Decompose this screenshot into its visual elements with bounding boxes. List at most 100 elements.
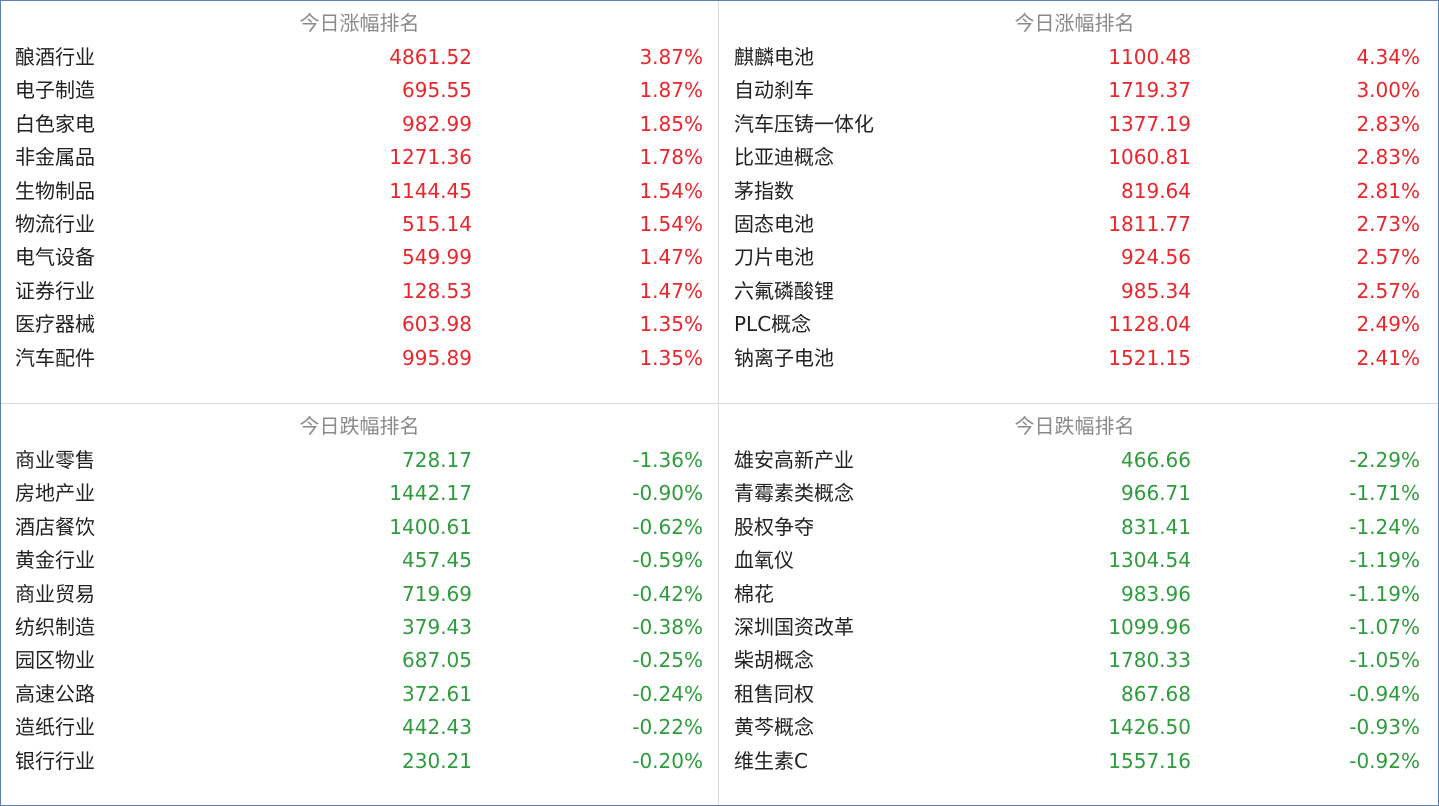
index-value: 1377.19: [1108, 111, 1191, 136]
sector-name: 租售同权: [734, 681, 814, 706]
index-value: 995.89: [402, 345, 472, 370]
ranking-row[interactable]: 青霉素类概念 966.71 -1.71%: [719, 477, 1436, 510]
ranking-row[interactable]: 电气设备 549.99 1.47%: [1, 241, 718, 274]
change-percent: -0.25%: [632, 648, 703, 673]
change-percent: -2.29%: [1349, 448, 1420, 472]
change-percent: -0.24%: [632, 681, 703, 706]
ranking-row[interactable]: 钠离子电池 1521.15 2.41%: [719, 342, 1436, 375]
change-percent: 1.54%: [639, 178, 703, 203]
change-percent: -1.07%: [1349, 614, 1420, 639]
index-value: 4861.52: [389, 45, 472, 69]
sector-name: 血氧仪: [734, 548, 794, 573]
ranking-row[interactable]: 自动刹车 1719.37 3.00%: [719, 74, 1436, 107]
ranking-row[interactable]: 柴胡概念 1780.33 -1.05%: [719, 644, 1436, 677]
ranking-row[interactable]: 纺织制造 379.43 -0.38%: [1, 611, 718, 644]
ranking-row[interactable]: 棉花 983.96 -1.19%: [719, 578, 1436, 611]
ranking-row[interactable]: 比亚迪概念 1060.81 2.83%: [719, 141, 1436, 174]
index-value: 719.69: [402, 581, 472, 606]
sector-name: 钠离子电池: [734, 345, 834, 370]
change-percent: 1.35%: [639, 312, 703, 337]
ranking-row[interactable]: 维生素C 1557.16 -0.92%: [719, 745, 1436, 778]
sector-name: 维生素C: [734, 748, 808, 773]
ranking-row[interactable]: 房地产业 1442.17 -0.90%: [1, 477, 718, 510]
concept-losers-panel: 今日跌幅排名 雄安高新产业 466.66 -2.29% 青霉素类概念 966.71 -1.…: [719, 404, 1436, 806]
ranking-row[interactable]: 黄金行业 457.45 -0.59%: [1, 544, 718, 577]
ranking-row[interactable]: 深圳国资改革 1099.96 -1.07%: [719, 611, 1436, 644]
index-value: 1304.54: [1108, 548, 1191, 573]
sector-name: 六氟磷酸锂: [734, 278, 834, 303]
index-value: 1811.77: [1108, 211, 1191, 236]
ranking-row[interactable]: 商业贸易 719.69 -0.42%: [1, 578, 718, 611]
ranking-row[interactable]: 生物制品 1144.45 1.54%: [1, 175, 718, 208]
ranking-row[interactable]: 刀片电池 924.56 2.57%: [719, 241, 1436, 274]
ranking-row[interactable]: 高速公路 372.61 -0.24%: [1, 678, 718, 711]
panel-title: 今日跌幅排名: [1014, 414, 1135, 438]
change-percent: -0.94%: [1349, 681, 1420, 706]
sector-name: 非金属品: [15, 145, 95, 170]
ranking-row[interactable]: 物流行业 515.14 1.54%: [1, 208, 718, 241]
ranking-row[interactable]: PLC概念 1128.04 2.49%: [719, 308, 1436, 341]
ranking-row[interactable]: 非金属品 1271.36 1.78%: [1, 141, 718, 174]
ranking-row[interactable]: 六氟磷酸锂 985.34 2.57%: [719, 275, 1436, 308]
change-percent: 1.85%: [639, 111, 703, 136]
index-value: 603.98: [402, 312, 472, 337]
index-value: 372.61: [402, 681, 472, 706]
ranking-row[interactable]: 血氧仪 1304.54 -1.19%: [719, 544, 1436, 577]
ranking-row[interactable]: 茅指数 819.64 2.81%: [719, 175, 1436, 208]
change-percent: -0.62%: [632, 514, 703, 539]
change-percent: -1.05%: [1349, 648, 1420, 673]
ranking-row[interactable]: 商业零售 728.17 -1.36%: [1, 444, 718, 477]
industry-losers-panel: 今日跌幅排名 商业零售 728.17 -1.36% 房地产业 1442.17 -0.90%…: [1, 404, 718, 806]
sector-name: 汽车压铸一体化: [734, 111, 874, 136]
ranking-list: 酿酒行业 4861.52 3.87% 电子制造 695.55 1.87% 白色家电 982.9…: [1, 41, 718, 375]
change-percent: 2.73%: [1356, 211, 1420, 236]
ranking-row[interactable]: 电子制造 695.55 1.87%: [1, 74, 718, 107]
index-value: 982.99: [402, 111, 472, 136]
change-percent: -1.36%: [632, 448, 703, 472]
ranking-list: 商业零售 728.17 -1.36% 房地产业 1442.17 -0.90% 酒店餐饮 140…: [1, 444, 718, 778]
index-value: 515.14: [402, 211, 472, 236]
change-percent: -1.19%: [1349, 548, 1420, 573]
index-value: 128.53: [402, 278, 472, 303]
ranking-row[interactable]: 酿酒行业 4861.52 3.87%: [1, 41, 718, 74]
index-value: 966.71: [1121, 481, 1191, 506]
sector-name: 房地产业: [15, 481, 95, 506]
index-value: 985.34: [1121, 278, 1191, 303]
index-value: 831.41: [1121, 514, 1191, 539]
sector-name: 黄芩概念: [734, 715, 814, 740]
ranking-row[interactable]: 银行行业 230.21 -0.20%: [1, 745, 718, 778]
change-percent: 1.78%: [639, 145, 703, 170]
ranking-row[interactable]: 证券行业 128.53 1.47%: [1, 275, 718, 308]
ranking-list: 雄安高新产业 466.66 -2.29% 青霉素类概念 966.71 -1.71% 股权争夺…: [719, 444, 1436, 778]
sector-name: 自动刹车: [734, 78, 814, 103]
ranking-row[interactable]: 租售同权 867.68 -0.94%: [719, 678, 1436, 711]
index-value: 1426.50: [1108, 715, 1191, 740]
ranking-row[interactable]: 汽车压铸一体化 1377.19 2.83%: [719, 108, 1436, 141]
change-percent: -0.42%: [632, 581, 703, 606]
ranking-row[interactable]: 汽车配件 995.89 1.35%: [1, 342, 718, 375]
sector-name: 商业贸易: [15, 581, 95, 606]
index-value: 1719.37: [1108, 78, 1191, 103]
sector-name: 酒店餐饮: [15, 514, 95, 539]
ranking-row[interactable]: 雄安高新产业 466.66 -2.29%: [719, 444, 1436, 477]
sector-name: 深圳国资改革: [734, 614, 854, 639]
sector-name: 青霉素类概念: [734, 481, 854, 506]
sector-name: 刀片电池: [734, 245, 814, 270]
ranking-row[interactable]: 股权争夺 831.41 -1.24%: [719, 511, 1436, 544]
index-value: 442.43: [402, 715, 472, 740]
ranking-row[interactable]: 黄芩概念 1426.50 -0.93%: [719, 711, 1436, 744]
index-value: 230.21: [402, 748, 472, 773]
ranking-row[interactable]: 造纸行业 442.43 -0.22%: [1, 711, 718, 744]
ranking-row[interactable]: 麒麟电池 1100.48 4.34%: [719, 41, 1436, 74]
ranking-row[interactable]: 医疗器械 603.98 1.35%: [1, 308, 718, 341]
concept-gainers-panel: 今日涨幅排名 麒麟电池 1100.48 4.34% 自动刹车 1719.37 3.00% 汽…: [719, 1, 1436, 403]
index-value: 1099.96: [1108, 614, 1191, 639]
industry-gainers-panel: 今日涨幅排名 酿酒行业 4861.52 3.87% 电子制造 695.55 1.87% 白色…: [1, 1, 718, 403]
ranking-row[interactable]: 固态电池 1811.77 2.73%: [719, 208, 1436, 241]
ranking-row[interactable]: 园区物业 687.05 -0.25%: [1, 644, 718, 677]
ranking-row[interactable]: 酒店餐饮 1400.61 -0.62%: [1, 511, 718, 544]
sector-name: 汽车配件: [15, 345, 95, 370]
index-value: 728.17: [402, 448, 472, 472]
ranking-row[interactable]: 白色家电 982.99 1.85%: [1, 108, 718, 141]
change-percent: 1.47%: [639, 245, 703, 270]
